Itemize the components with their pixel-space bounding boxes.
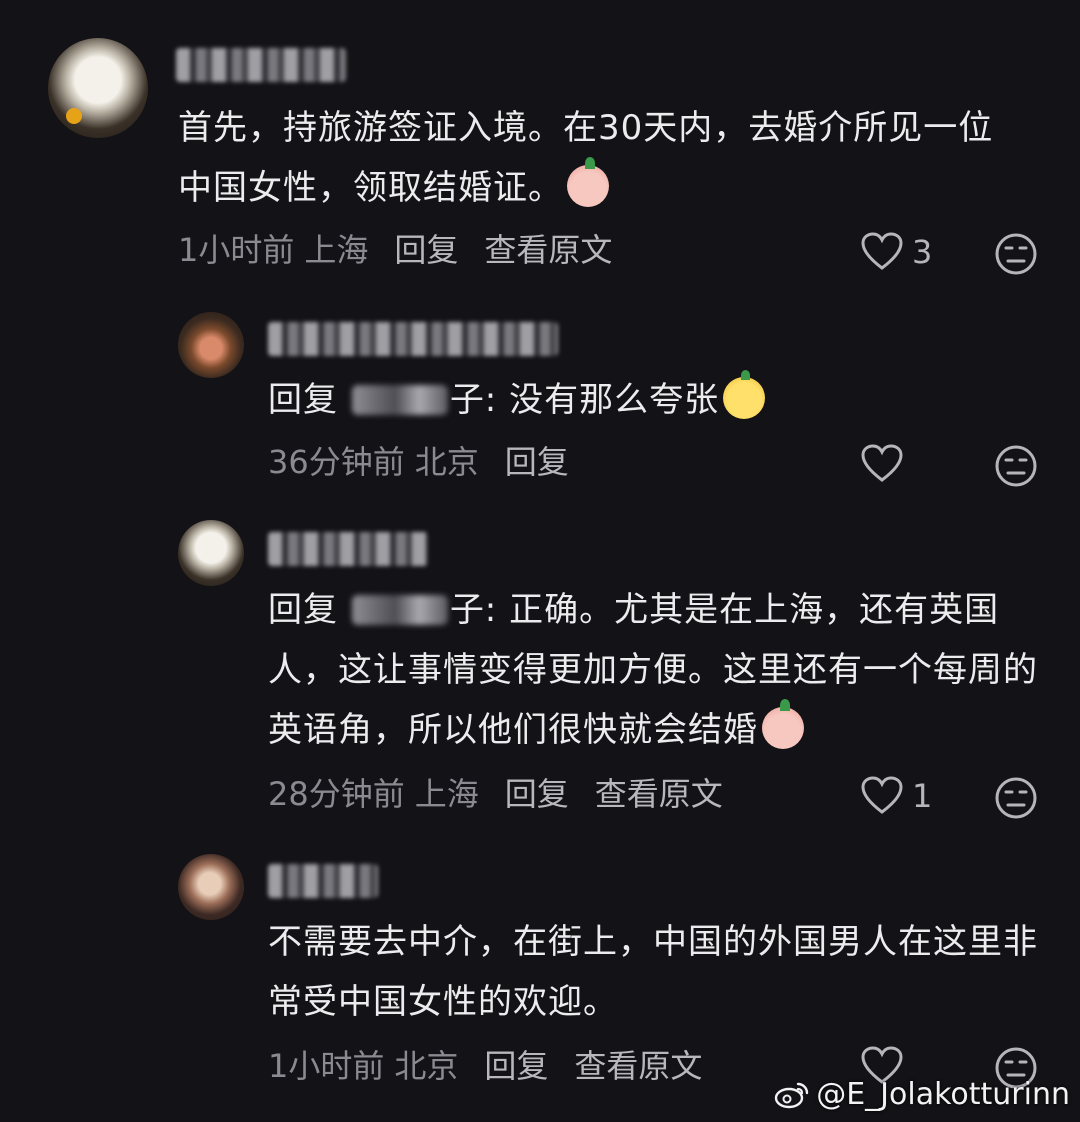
username-blurred[interactable] — [268, 322, 558, 356]
view-original-button[interactable]: 查看原文 — [574, 1047, 702, 1085]
comment-text: 不需要去中介，在街上，中国的外国男人在这里非常受中国女性的欢迎。 — [268, 912, 1058, 1032]
watermark: @E_Jolakotturinn — [774, 1077, 1070, 1112]
comment-text: 回复 子: 没有那么夸张 — [268, 370, 1048, 430]
username-blurred[interactable] — [268, 864, 378, 898]
avatar[interactable] — [48, 38, 148, 138]
reply-to-suffix: 子: — [449, 380, 498, 420]
reply-button[interactable]: 回复 — [505, 775, 569, 813]
comment-time: 1小时前 — [268, 1047, 385, 1085]
watermark-text: @E_Jolakotturinn — [816, 1077, 1070, 1112]
meh-face-icon[interactable] — [994, 776, 1038, 820]
comment-time: 1小时前 — [178, 231, 295, 269]
like-count: 1 — [912, 777, 933, 815]
comment-time: 28分钟前 — [268, 775, 405, 813]
comment-meta: 1小时前 上海 回复 查看原文 — [178, 230, 638, 270]
comment-location: 上海 — [304, 231, 369, 269]
reply-button[interactable]: 回复 — [394, 231, 458, 269]
like-count: 3 — [912, 233, 933, 271]
reply-button[interactable]: 回复 — [505, 443, 569, 481]
meh-face-icon[interactable] — [994, 444, 1038, 488]
comment-time: 36分钟前 — [268, 443, 405, 481]
reply-prefix: 回复 — [268, 380, 338, 420]
reply-prefix: 回复 — [268, 590, 338, 630]
comment-text: 首先，持旅游签证入境。在30天内，去婚介所见一位中国女性，领取结婚证。 — [178, 98, 1028, 218]
smile-emoji-icon — [723, 370, 766, 419]
comment-location: 上海 — [414, 775, 479, 813]
reply-to-username-blurred[interactable] — [351, 595, 448, 625]
view-original-button[interactable]: 查看原文 — [484, 231, 612, 269]
like-button[interactable]: 1 — [860, 776, 932, 816]
reply-button[interactable]: 回复 — [484, 1047, 548, 1085]
blush-emoji-icon — [762, 699, 804, 749]
comment-location: 北京 — [394, 1047, 459, 1085]
comment-meta: 28分钟前 上海 回复 查看原文 — [268, 774, 749, 814]
heart-outline-icon — [861, 232, 903, 270]
like-button[interactable]: 3 — [860, 232, 932, 272]
comment-meta: 1小时前 北京 回复 查看原文 — [268, 1046, 728, 1086]
comment-body: 不需要去中介，在街上，中国的外国男人在这里非常受中国女性的欢迎。 — [268, 922, 1038, 1022]
comment-body: 没有那么夸张 — [509, 380, 720, 420]
view-original-button[interactable]: 查看原文 — [595, 775, 723, 813]
like-button[interactable] — [860, 444, 912, 484]
comment-meta: 36分钟前 北京 回复 — [268, 442, 595, 482]
comment-text: 回复 子: 正确。尤其是在上海，还有英国人，这让事情变得更加方便。这里还有一个每… — [268, 580, 1058, 760]
heart-outline-icon — [861, 776, 903, 814]
username-blurred[interactable] — [268, 532, 428, 566]
weibo-logo-icon — [775, 1082, 809, 1108]
username-blurred[interactable] — [176, 48, 346, 82]
reply-to-username-blurred[interactable] — [351, 385, 448, 415]
avatar[interactable] — [178, 854, 244, 920]
avatar[interactable] — [178, 520, 244, 586]
meh-face-icon[interactable] — [994, 232, 1038, 276]
comment-thread: 首先，持旅游签证入境。在30天内，去婚介所见一位中国女性，领取结婚证。 1小时前… — [0, 0, 1080, 1122]
reply-to-suffix: 子: — [449, 590, 498, 630]
blush-emoji-icon — [567, 157, 609, 207]
comment-location: 北京 — [414, 443, 479, 481]
avatar-badge — [66, 108, 82, 124]
avatar[interactable] — [178, 312, 244, 378]
heart-outline-icon — [861, 444, 903, 482]
